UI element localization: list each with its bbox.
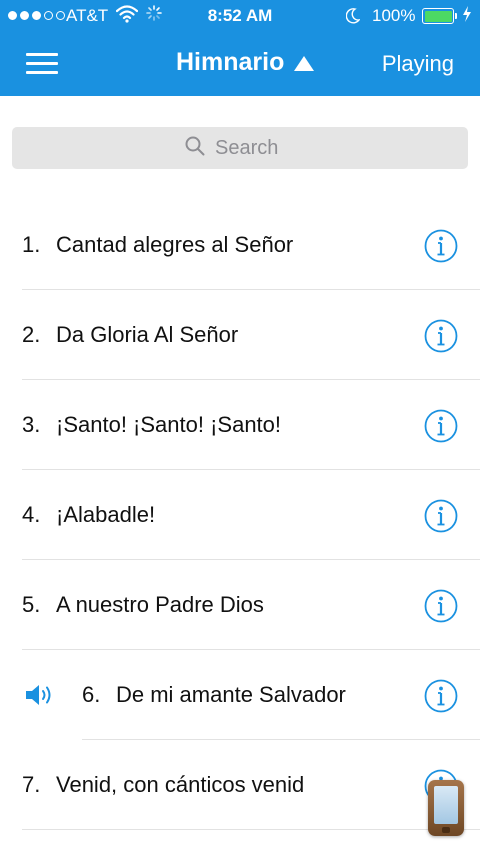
hymn-number: 7. [22, 772, 41, 797]
search-bar[interactable] [12, 127, 468, 169]
nav-title: Himnario [176, 48, 285, 76]
hymn-title: A nuestro Padre Dios [56, 592, 264, 617]
app-store-badge-icon [428, 780, 464, 836]
navigation-bar: Himnario Playing [0, 32, 480, 96]
hymn-title: Venid, con cánticos venid [56, 772, 305, 797]
hymn-title: ¡Santo! ¡Santo! ¡Santo! [56, 412, 282, 437]
hymn-number: 1. [22, 232, 41, 257]
hymn-row[interactable]: 2. Da Gloria Al Señor [0, 290, 480, 380]
hymn-list: 1. Cantad alegres al Señor 2. Da Gloria Al… [0, 200, 480, 830]
hymn-label: 3. ¡Santo! ¡Santo! ¡Santo! [22, 412, 281, 438]
hymn-title: ¡Alabadle! [56, 502, 156, 527]
top-bar: AT&T 8:52 AM 100% Himnario Playing [0, 0, 480, 96]
status-bar: AT&T 8:52 AM 100% [0, 0, 480, 32]
speaker-playing-icon [26, 685, 51, 705]
info-icon[interactable] [424, 589, 458, 623]
info-icon[interactable] [424, 229, 458, 263]
hymn-number: 4. [22, 502, 41, 527]
triangle-up-icon [294, 56, 315, 71]
hymn-row[interactable]: 1. Cantad alegres al Señor [0, 200, 480, 290]
hamburger-menu-icon[interactable] [26, 52, 60, 76]
hymn-label: 7. Venid, con cánticos venid [22, 772, 304, 798]
hymn-title: Cantad alegres al Señor [56, 232, 294, 257]
info-icon[interactable] [424, 409, 458, 443]
hymn-label: 2. Da Gloria Al Señor [22, 322, 238, 348]
do-not-disturb-moon-icon [345, 4, 361, 29]
battery-icon [422, 8, 457, 24]
hymn-row[interactable]: 5. A nuestro Padre Dios [0, 560, 480, 650]
hymn-row[interactable]: 4. ¡Alabadle! [0, 470, 480, 560]
hymn-title: De mi amante Salvador [116, 682, 346, 707]
row-divider [22, 829, 480, 830]
hymn-number: 6. [82, 682, 101, 707]
hymn-label: 5. A nuestro Padre Dios [22, 592, 264, 618]
hymn-label: 6. De mi amante Salvador [82, 682, 346, 708]
hymn-label: 4. ¡Alabadle! [22, 502, 155, 528]
hymn-row[interactable]: 7. Venid, con cánticos venid [0, 740, 480, 830]
hymn-number: 2. [22, 322, 41, 347]
search-input[interactable] [215, 136, 295, 160]
hymn-title: Da Gloria Al Señor [56, 322, 239, 347]
battery-percentage: 100% [372, 6, 416, 25]
info-icon[interactable] [424, 319, 458, 353]
hymn-label: 1. Cantad alegres al Señor [22, 232, 293, 258]
hymn-row[interactable]: 3. ¡Santo! ¡Santo! ¡Santo! [0, 380, 480, 470]
hymn-number: 3. [22, 412, 41, 437]
playing-button[interactable]: Playing [382, 51, 454, 77]
charging-bolt-icon [462, 5, 472, 28]
search-icon [185, 136, 205, 161]
hymn-row-playing[interactable]: 6. De mi amante Salvador [0, 650, 480, 740]
info-icon[interactable] [424, 499, 458, 533]
hymnal-selector[interactable]: Himnario [176, 48, 315, 77]
info-icon[interactable] [424, 679, 458, 713]
hymn-number: 5. [22, 592, 41, 617]
